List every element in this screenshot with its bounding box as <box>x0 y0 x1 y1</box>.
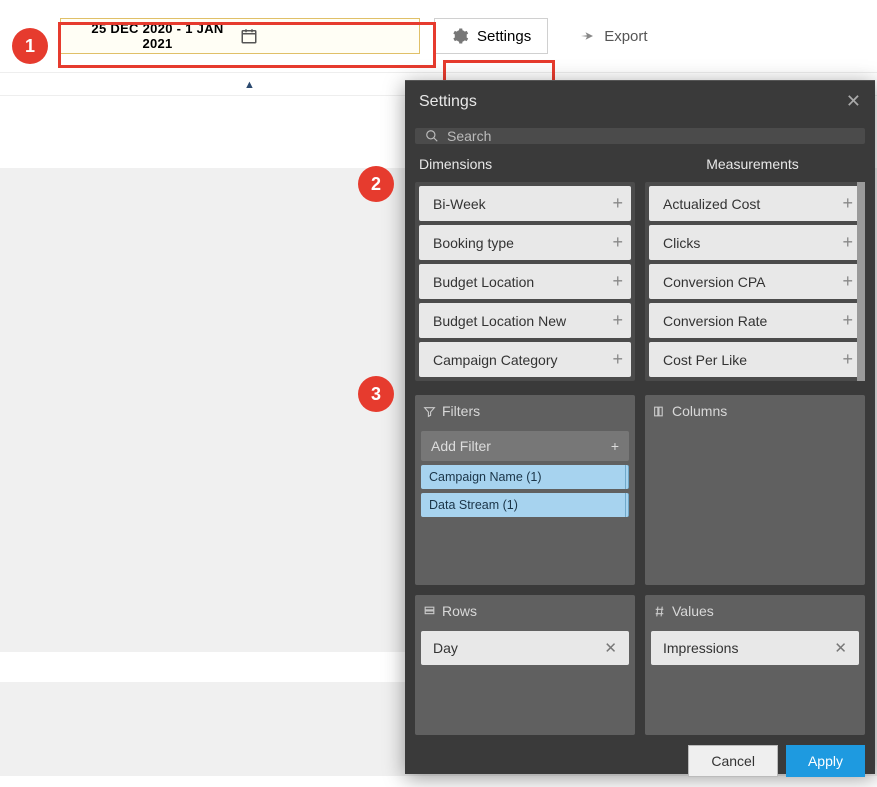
dimensions-list: Bi-Week+ Booking type+ Budget Location+ … <box>415 182 635 381</box>
measurement-item[interactable]: Actualized Cost+ <box>649 186 861 221</box>
dimension-item[interactable]: Budget Location+ <box>419 264 631 299</box>
measurements-list: Actualized Cost+ Clicks+ Conversion CPA+… <box>645 182 865 381</box>
cancel-button[interactable]: Cancel <box>688 745 778 777</box>
plus-icon[interactable]: + <box>842 349 853 370</box>
plus-icon[interactable]: + <box>842 310 853 331</box>
plus-icon[interactable]: + <box>612 193 623 214</box>
hash-icon <box>653 605 666 618</box>
dimension-item[interactable]: Booking type+ <box>419 225 631 260</box>
drop-zones: Filters Add Filter + Campaign Name (1) D… <box>415 395 865 735</box>
dim-meas-lists: Bi-Week+ Booking type+ Budget Location+ … <box>415 182 865 381</box>
filter-icon <box>423 405 436 418</box>
search-icon <box>425 129 439 143</box>
gear-icon <box>451 27 469 45</box>
settings-panel: Settings ✕ Dimensions Measurements Bi-We… <box>405 80 875 774</box>
filters-zone-header: Filters <box>415 395 635 427</box>
rows-icon <box>423 605 436 618</box>
sort-asc-icon[interactable]: ▲ <box>244 79 255 91</box>
background-gap <box>0 652 405 682</box>
filters-zone-body: Add Filter + Campaign Name (1) Data Stre… <box>415 427 635 585</box>
dimensions-header: Dimensions <box>415 150 640 178</box>
plus-icon[interactable]: + <box>612 232 623 253</box>
columns-zone-header: Columns <box>645 395 865 427</box>
settings-panel-footer: Cancel Apply <box>405 735 875 787</box>
dimension-item[interactable]: Budget Location New+ <box>419 303 631 338</box>
plus-icon[interactable]: + <box>612 271 623 292</box>
rows-zone-body: Day ✕ <box>415 627 635 735</box>
measurement-item[interactable]: Conversion Rate+ <box>649 303 861 338</box>
plus-icon[interactable]: + <box>612 310 623 331</box>
measurement-item[interactable]: Conversion CPA+ <box>649 264 861 299</box>
measurements-header: Measurements <box>640 150 865 178</box>
values-zone-header: Values <box>645 595 865 627</box>
measurement-item[interactable]: Clicks+ <box>649 225 861 260</box>
date-range-text: 25 DEC 2020 - 1 JAN 2021 <box>75 21 240 51</box>
top-toolbar: 25 DEC 2020 - 1 JAN 2021 Settings Export <box>0 0 877 72</box>
export-button-label: Export <box>604 28 647 45</box>
add-filter-button[interactable]: Add Filter + <box>421 431 629 461</box>
plus-icon[interactable]: + <box>842 193 853 214</box>
annotation-badge-1: 1 <box>12 28 48 64</box>
export-button[interactable]: Export <box>562 18 663 54</box>
annotation-badge-2: 2 <box>358 166 394 202</box>
filter-chip[interactable]: Data Stream (1) <box>421 493 629 517</box>
settings-panel-header: Settings ✕ <box>405 81 875 122</box>
dimension-item[interactable]: Bi-Week+ <box>419 186 631 221</box>
annotation-badge-3: 3 <box>358 376 394 412</box>
plus-icon[interactable]: + <box>842 232 853 253</box>
plus-icon[interactable]: + <box>842 271 853 292</box>
rows-zone[interactable]: Rows Day ✕ <box>415 595 635 735</box>
values-zone[interactable]: Values Impressions ✕ <box>645 595 865 735</box>
columns-zone-body <box>645 427 865 585</box>
rows-zone-header: Rows <box>415 595 635 627</box>
filters-zone[interactable]: Filters Add Filter + Campaign Name (1) D… <box>415 395 635 585</box>
date-range-picker[interactable]: 25 DEC 2020 - 1 JAN 2021 <box>60 18 420 54</box>
settings-panel-title: Settings <box>419 93 477 111</box>
plus-icon: + <box>611 438 619 454</box>
dimension-item[interactable]: Campaign Category+ <box>419 342 631 377</box>
dim-meas-header: Dimensions Measurements <box>415 150 865 178</box>
remove-icon[interactable]: ✕ <box>604 639 617 657</box>
settings-search-input[interactable] <box>447 128 855 144</box>
measurement-item[interactable]: Cost Per Like+ <box>649 342 861 377</box>
value-chip[interactable]: Impressions ✕ <box>651 631 859 665</box>
settings-button-label: Settings <box>477 28 531 45</box>
settings-button[interactable]: Settings <box>434 18 548 54</box>
remove-icon[interactable]: ✕ <box>834 639 847 657</box>
close-icon[interactable]: ✕ <box>846 91 861 112</box>
filter-chip[interactable]: Campaign Name (1) <box>421 465 629 489</box>
columns-icon <box>653 405 666 418</box>
plus-icon[interactable]: + <box>612 349 623 370</box>
values-zone-body: Impressions ✕ <box>645 627 865 735</box>
settings-search[interactable] <box>415 128 865 144</box>
export-arrow-icon <box>578 27 596 45</box>
row-chip[interactable]: Day ✕ <box>421 631 629 665</box>
apply-button[interactable]: Apply <box>786 745 865 777</box>
calendar-icon <box>240 27 405 45</box>
columns-zone[interactable]: Columns <box>645 395 865 585</box>
